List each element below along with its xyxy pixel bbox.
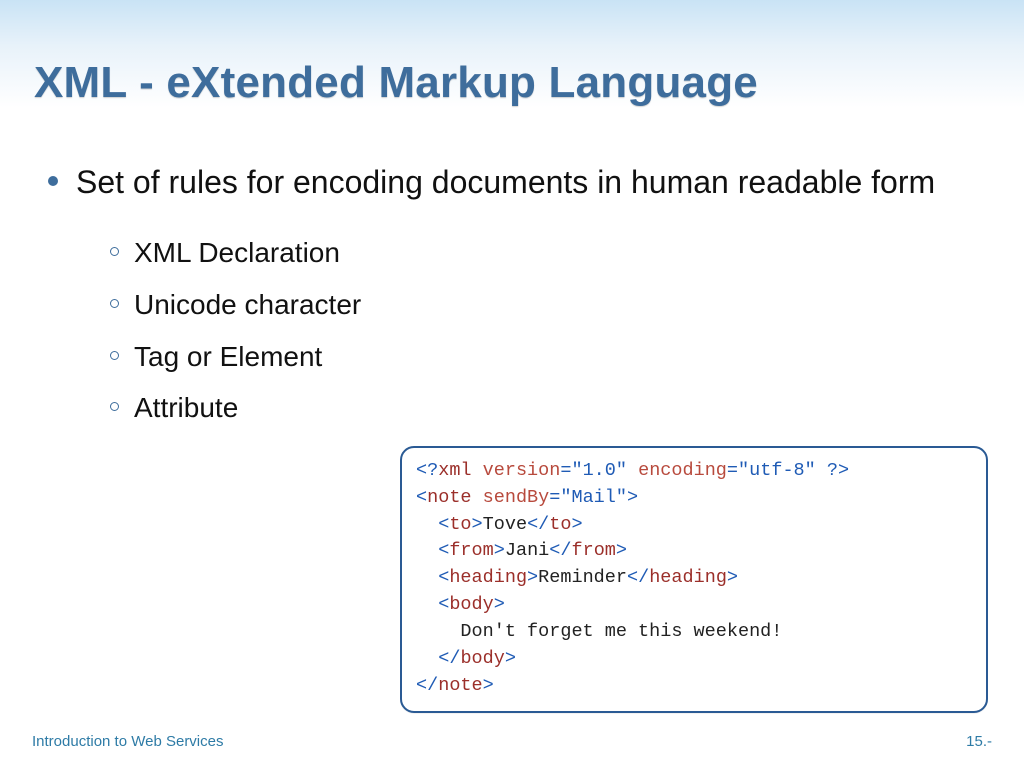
code-token: from xyxy=(449,540,493,561)
sub-bullet-text: Tag or Element xyxy=(134,338,322,376)
bullet-ring-icon xyxy=(110,247,119,256)
bullet-ring-icon xyxy=(110,402,119,411)
code-token xyxy=(416,540,438,561)
sub-bullet-list: XML Declaration Unicode character Tag or… xyxy=(110,234,948,427)
code-token: from xyxy=(572,540,616,561)
code-token: > xyxy=(494,540,505,561)
code-token: heading xyxy=(449,567,527,588)
code-token: > xyxy=(527,567,538,588)
bullet-text: Set of rules for encoding documents in h… xyxy=(76,162,935,202)
code-token xyxy=(416,621,460,642)
code-token: encoding xyxy=(638,460,727,481)
code-token: ?> xyxy=(816,460,849,481)
code-token: < xyxy=(416,487,427,508)
code-token: > xyxy=(572,514,583,535)
code-token: xml xyxy=(438,460,471,481)
code-token: Jani xyxy=(505,540,549,561)
code-token xyxy=(627,460,638,481)
code-token: > xyxy=(616,540,627,561)
code-token: > xyxy=(505,648,516,669)
code-token: > xyxy=(727,567,738,588)
code-token: note xyxy=(438,675,482,696)
code-token: sendBy xyxy=(483,487,550,508)
sub-bullet: Attribute xyxy=(110,389,948,427)
code-token: "utf-8" xyxy=(738,460,816,481)
sub-bullet-text: XML Declaration xyxy=(134,234,340,272)
code-token: = xyxy=(727,460,738,481)
bullet-ring-icon xyxy=(110,299,119,308)
code-token: < xyxy=(438,567,449,588)
code-token: < xyxy=(438,540,449,561)
code-token: heading xyxy=(649,567,727,588)
code-token: <? xyxy=(416,460,438,481)
code-token: < xyxy=(438,594,449,615)
code-token: Don't forget me this weekend! xyxy=(460,621,782,642)
code-token: version xyxy=(483,460,561,481)
code-token: > xyxy=(483,675,494,696)
sub-bullet: Unicode character xyxy=(110,286,948,324)
code-token: = xyxy=(560,460,571,481)
code-token: </ xyxy=(438,648,460,669)
code-token: to xyxy=(549,514,571,535)
code-token: body xyxy=(449,594,493,615)
code-token: body xyxy=(460,648,504,669)
code-token: </ xyxy=(416,675,438,696)
footer-left: Introduction to Web Services xyxy=(32,733,223,750)
code-token: </ xyxy=(527,514,549,535)
bullet-dot-icon xyxy=(48,176,58,186)
bullet-list: Set of rules for encoding documents in h… xyxy=(48,162,948,441)
sub-bullet-text: Attribute xyxy=(134,389,238,427)
code-token xyxy=(416,594,438,615)
code-token: Reminder xyxy=(538,567,627,588)
slide-title: XML - eXtended Markup Language xyxy=(34,58,758,108)
bullet-level1: Set of rules for encoding documents in h… xyxy=(48,162,948,202)
code-token: < xyxy=(438,514,449,535)
code-block: <?xml version="1.0" encoding="utf-8" ?> … xyxy=(416,458,972,699)
code-token xyxy=(472,460,483,481)
code-token: "1.0" xyxy=(571,460,627,481)
code-token: to xyxy=(449,514,471,535)
code-token xyxy=(472,487,483,508)
footer-page-number: 15.- xyxy=(966,733,992,750)
sub-bullet-text: Unicode character xyxy=(134,286,361,324)
code-token: > xyxy=(627,487,638,508)
code-token: > xyxy=(472,514,483,535)
code-example-box: <?xml version="1.0" encoding="utf-8" ?> … xyxy=(400,446,988,713)
code-token xyxy=(416,567,438,588)
code-token: Tove xyxy=(483,514,527,535)
sub-bullet: Tag or Element xyxy=(110,338,948,376)
code-token: = xyxy=(549,487,560,508)
code-token xyxy=(416,514,438,535)
code-token: "Mail" xyxy=(560,487,627,508)
sub-bullet: XML Declaration xyxy=(110,234,948,272)
bullet-ring-icon xyxy=(110,351,119,360)
code-token: > xyxy=(494,594,505,615)
code-token: </ xyxy=(627,567,649,588)
slide: XML - eXtended Markup Language Set of ru… xyxy=(0,0,1024,768)
code-token: </ xyxy=(549,540,571,561)
code-token: note xyxy=(427,487,471,508)
code-token xyxy=(416,648,438,669)
